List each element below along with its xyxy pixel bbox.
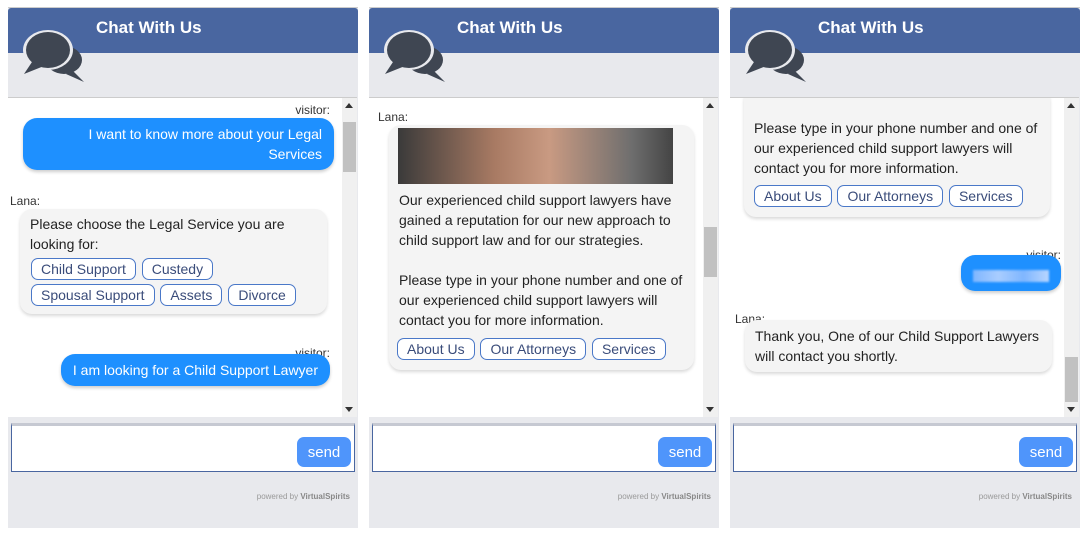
chat-title: Chat With Us: [96, 18, 202, 37]
message-input[interactable]: send: [372, 423, 716, 472]
sender-label: Lana:: [378, 110, 409, 124]
message-list[interactable]: Please type in your phone number and one…: [730, 97, 1079, 417]
option-services[interactable]: Services: [591, 338, 666, 360]
chat-bubbles-icon: [23, 30, 84, 82]
visitor-message-redacted: [961, 255, 1061, 291]
brand-name: VirtualSpirits: [300, 492, 350, 501]
sender-label: Lana:: [10, 194, 41, 208]
scroll-up-icon[interactable]: [706, 103, 714, 108]
hands-photo: [398, 128, 673, 184]
message-list[interactable]: visitor: I want to know more about your …: [8, 97, 357, 417]
send-button[interactable]: send: [297, 437, 351, 467]
option-our-attorneys[interactable]: Our Attorneys: [480, 338, 587, 360]
chat-widget-3: Chat With Us Please type in your phone n…: [730, 7, 1080, 528]
visitor-message: I am looking for a Child Support Lawyer: [60, 354, 330, 386]
scrollbar[interactable]: [1064, 98, 1079, 417]
message-input[interactable]: send: [733, 423, 1077, 472]
message-list[interactable]: Lana: Our experienced child support lawy…: [369, 97, 718, 417]
bot-message-text: Please type in your phone number and one…: [754, 120, 1038, 176]
chat-title: Chat With Us: [818, 18, 924, 37]
scrollbar[interactable]: [342, 98, 357, 417]
bot-message: Please type in your phone number and one…: [744, 98, 1050, 217]
option-services[interactable]: Services: [948, 185, 1023, 207]
send-button[interactable]: send: [658, 437, 712, 467]
chat-widget-1: Chat With Us visitor: I want to know mor…: [8, 7, 358, 528]
brand-name: VirtualSpirits: [661, 492, 711, 501]
redacted-text: [973, 270, 1049, 282]
option-about-us[interactable]: About Us: [397, 338, 475, 360]
chat-bubbles-icon: [745, 30, 806, 82]
option-our-attorneys[interactable]: Our Attorneys: [837, 185, 944, 207]
scroll-down-icon[interactable]: [1067, 407, 1075, 412]
scroll-thumb[interactable]: [1065, 357, 1078, 402]
bot-message-text: Please type in your phone number and one…: [399, 272, 683, 328]
sender-label: visitor:: [295, 103, 330, 117]
option-spousal-support[interactable]: Spousal Support: [31, 284, 155, 306]
send-button[interactable]: send: [1019, 437, 1073, 467]
bot-message: Please choose the Legal Service you are …: [20, 209, 327, 314]
powered-by-text: powered by: [256, 492, 299, 501]
scroll-thumb[interactable]: [704, 227, 717, 277]
chat-widget-2: Chat With Us Lana: Our experienced child…: [369, 7, 719, 528]
scroll-thumb[interactable]: [343, 122, 356, 172]
scroll-down-icon[interactable]: [345, 407, 353, 412]
powered-by-text: powered by: [617, 492, 660, 501]
bot-message: Thank you, One of our Child Support Lawy…: [745, 320, 1052, 372]
powered-by: powered by VirtualSpirits: [257, 492, 350, 501]
bot-message: Our experienced child support lawyers ha…: [389, 125, 694, 370]
option-child-support[interactable]: Child Support: [31, 258, 136, 280]
option-assets[interactable]: Assets: [160, 284, 223, 306]
chat-title: Chat With Us: [457, 18, 563, 37]
scroll-up-icon[interactable]: [345, 103, 353, 108]
chat-bubbles-icon: [384, 30, 445, 82]
message-input[interactable]: send: [11, 423, 355, 472]
scroll-down-icon[interactable]: [706, 407, 714, 412]
option-about-us[interactable]: About Us: [754, 185, 832, 207]
scroll-up-icon[interactable]: [1067, 103, 1075, 108]
bot-message-text: Please choose the Legal Service you are …: [30, 216, 285, 252]
scrollbar[interactable]: [703, 98, 718, 417]
option-custedy[interactable]: Custedy: [141, 258, 214, 280]
powered-by: powered by VirtualSpirits: [618, 492, 711, 501]
powered-by-text: powered by: [978, 492, 1021, 501]
brand-name: VirtualSpirits: [1022, 492, 1072, 501]
powered-by: powered by VirtualSpirits: [979, 492, 1072, 501]
bot-message-text: Our experienced child support lawyers ha…: [399, 192, 672, 248]
visitor-message: I want to know more about your Legal Ser…: [23, 118, 334, 170]
option-divorce[interactable]: Divorce: [228, 284, 296, 306]
